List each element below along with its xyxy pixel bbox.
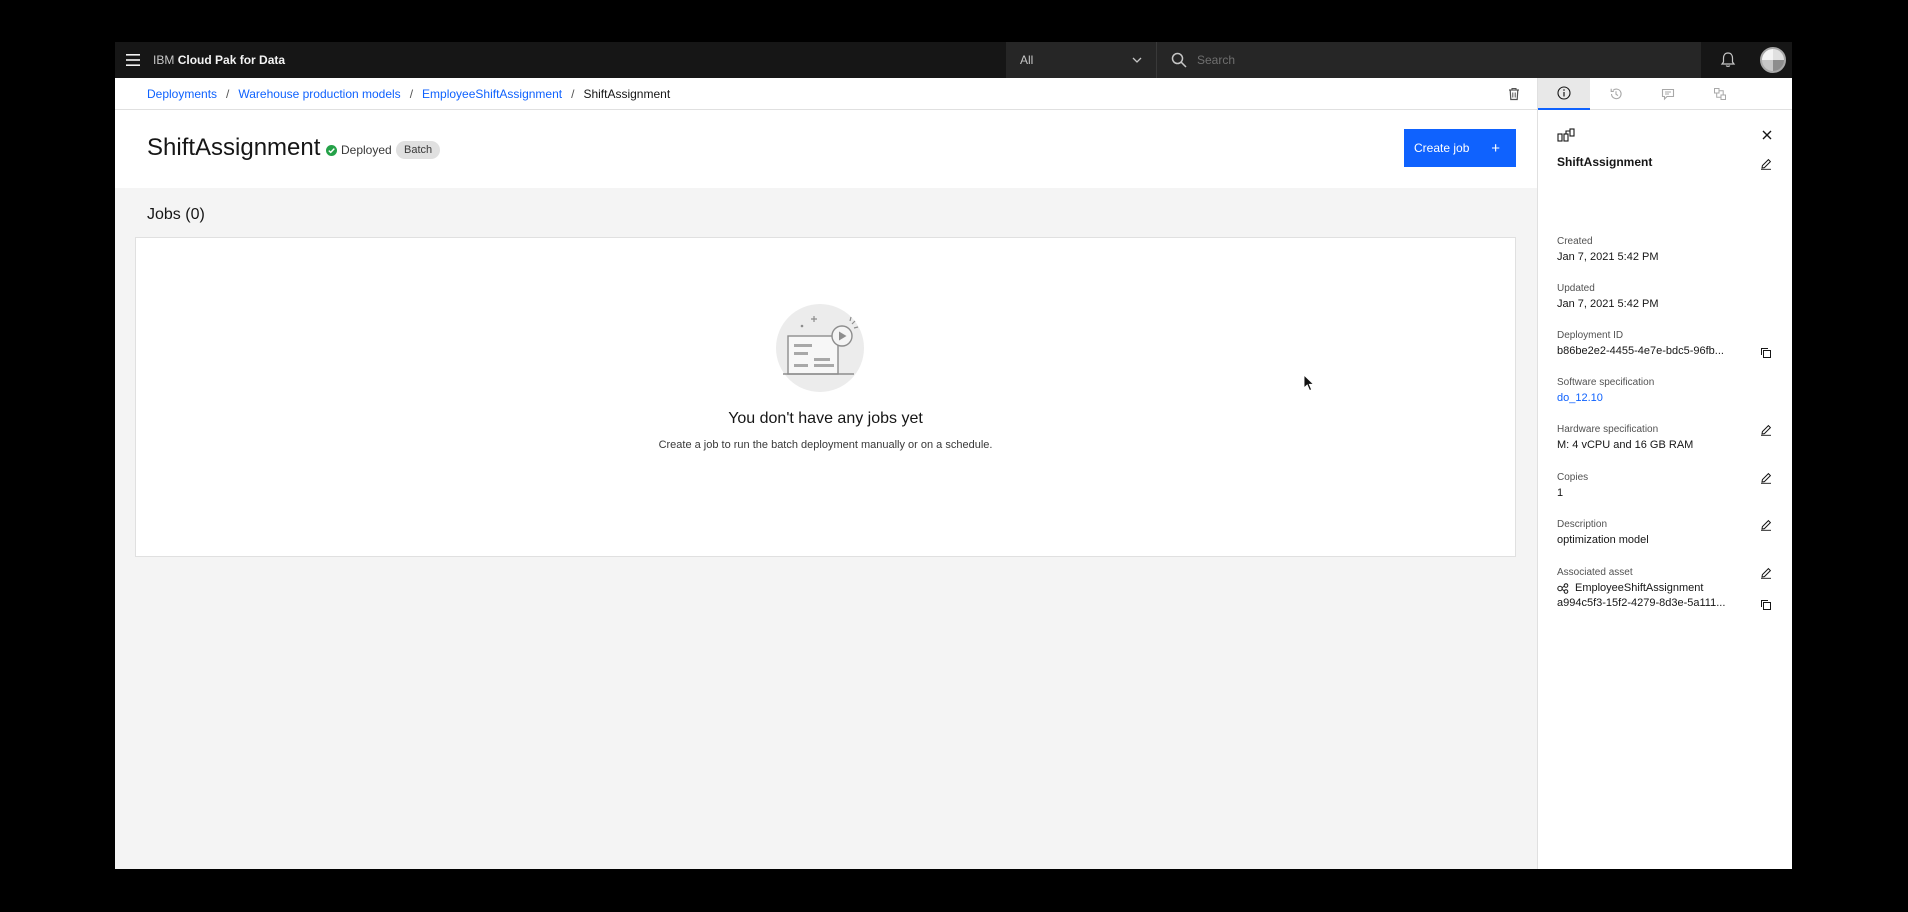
menu-icon[interactable]: [115, 42, 151, 78]
panel-deployment-name: ShiftAssignment: [1557, 155, 1653, 169]
breadcrumb-separator: /: [409, 86, 414, 101]
deployment-id-label: Deployment ID: [1557, 330, 1624, 341]
edit-hardware-icon[interactable]: [1760, 424, 1772, 436]
add-icon: +: [1491, 139, 1500, 157]
page-title: ShiftAssignment: [147, 134, 321, 161]
deployment-id-field: Deployment ID b86be2e2-4455-4e7e-bdc5-96…: [1557, 330, 1757, 357]
empty-jobs-illustration: [776, 304, 864, 392]
search-icon: [1171, 52, 1187, 68]
copies-label: Copies: [1557, 472, 1589, 483]
edit-name-icon[interactable]: [1760, 158, 1772, 170]
edit-description-icon[interactable]: [1760, 519, 1772, 531]
description-field: Description optimization model: [1557, 519, 1757, 546]
jobs-empty-state: You don't have any jobs yet Create a job…: [135, 237, 1516, 557]
breadcrumb-current: ShiftAssignment: [583, 86, 671, 101]
information-icon: [1557, 86, 1571, 100]
mouse-cursor-icon: [1303, 374, 1315, 392]
hardware-specification-field: Hardware specification M: 4 vCPU and 16 …: [1557, 424, 1757, 451]
breadcrumb-employee-shift-assignment[interactable]: EmployeeShiftAssignment: [422, 87, 562, 101]
search-scope-dropdown[interactable]: All: [1006, 42, 1156, 78]
chat-icon: [1661, 88, 1675, 101]
description-label: Description: [1557, 519, 1608, 530]
hardware-specification-label: Hardware specification: [1557, 424, 1659, 435]
copy-asset-id-icon[interactable]: [1760, 599, 1772, 611]
tab-comments[interactable]: [1642, 78, 1694, 110]
app-window: IBM Cloud Pak for Data All Deployments /…: [115, 42, 1792, 869]
status-badge: Deployed: [326, 143, 392, 157]
software-specification-field: Software specification do_12.10: [1557, 377, 1757, 404]
status-label: Deployed: [341, 143, 392, 157]
updated-value: Jan 7, 2021 5:42 PM: [1557, 298, 1659, 310]
scope-value: All: [1020, 53, 1034, 67]
deployment-id-value: b86be2e2-4455-4e7e-bdc5-96fb...: [1557, 345, 1724, 357]
updated-label: Updated: [1557, 283, 1595, 294]
software-specification-link[interactable]: do_12.10: [1557, 392, 1749, 404]
copies-field: Copies 1: [1557, 472, 1757, 499]
tab-history[interactable]: [1590, 78, 1642, 110]
associated-asset-name: EmployeeShiftAssignment: [1575, 582, 1704, 594]
top-header: IBM Cloud Pak for Data All: [115, 42, 1792, 78]
trash-icon[interactable]: [1507, 87, 1521, 101]
description-value: optimization model: [1557, 534, 1649, 546]
create-job-label: Create job: [1414, 141, 1470, 155]
created-label: Created: [1557, 236, 1593, 247]
copy-deployment-id-icon[interactable]: [1760, 347, 1772, 359]
created-field: Created Jan 7, 2021 5:42 PM: [1557, 236, 1757, 263]
checkmark-icon: [326, 144, 337, 156]
associated-asset-label: Associated asset: [1557, 567, 1633, 578]
tab-information[interactable]: [1538, 78, 1590, 110]
hardware-specification-value: M: 4 vCPU and 16 GB RAM: [1557, 439, 1694, 451]
associated-asset-id: a994c5f3-15f2-4279-8d3e-5a111...: [1557, 597, 1726, 609]
panel-tabs: [1538, 78, 1792, 110]
model-icon: [1557, 582, 1569, 594]
brand-prefix: IBM: [153, 53, 175, 67]
empty-state-title: You don't have any jobs yet: [728, 410, 923, 427]
software-specification-label: Software specification: [1557, 377, 1655, 388]
breadcrumb: Deployments / Warehouse production model…: [115, 78, 1537, 110]
page-header: ShiftAssignment Deployed Batch Create jo…: [115, 110, 1537, 188]
close-icon[interactable]: [1761, 129, 1773, 141]
create-job-button[interactable]: Create job +: [1404, 129, 1516, 167]
user-avatar[interactable]: [1760, 47, 1786, 73]
breadcrumb-warehouse-production-models[interactable]: Warehouse production models: [238, 87, 400, 101]
empty-state-description: Create a job to run the batch deployment…: [658, 439, 993, 451]
copies-value: 1: [1557, 487, 1564, 499]
hierarchy-icon: [1714, 88, 1726, 100]
breadcrumb-separator: /: [571, 86, 575, 101]
deployment-type-tag: Batch: [396, 141, 441, 159]
associated-asset-link[interactable]: EmployeeShiftAssignment: [1557, 582, 1757, 594]
search-input[interactable]: [1197, 53, 1677, 67]
notification-bell-icon[interactable]: [1719, 51, 1737, 69]
updated-field: Updated Jan 7, 2021 5:42 PM: [1557, 283, 1757, 310]
created-value: Jan 7, 2021 5:42 PM: [1557, 251, 1659, 263]
history-icon: [1610, 88, 1622, 100]
details-side-panel: ShiftAssignment Created Jan 7, 2021 5:42…: [1537, 78, 1792, 869]
tab-environment[interactable]: [1694, 78, 1746, 110]
associated-asset-field: Associated asset EmployeeShiftAssignment…: [1557, 567, 1757, 609]
edit-asset-icon[interactable]: [1760, 567, 1772, 579]
global-search: [1156, 42, 1701, 78]
brand-name: Cloud Pak for Data: [177, 53, 286, 67]
deployment-icon: [1557, 128, 1575, 142]
breadcrumb-separator: /: [226, 86, 230, 101]
jobs-heading: Jobs (0): [147, 206, 205, 223]
product-name[interactable]: IBM Cloud Pak for Data: [153, 53, 285, 67]
breadcrumb-deployments[interactable]: Deployments: [147, 87, 217, 101]
edit-copies-icon[interactable]: [1760, 472, 1772, 484]
chevron-down-icon: [1132, 57, 1142, 63]
